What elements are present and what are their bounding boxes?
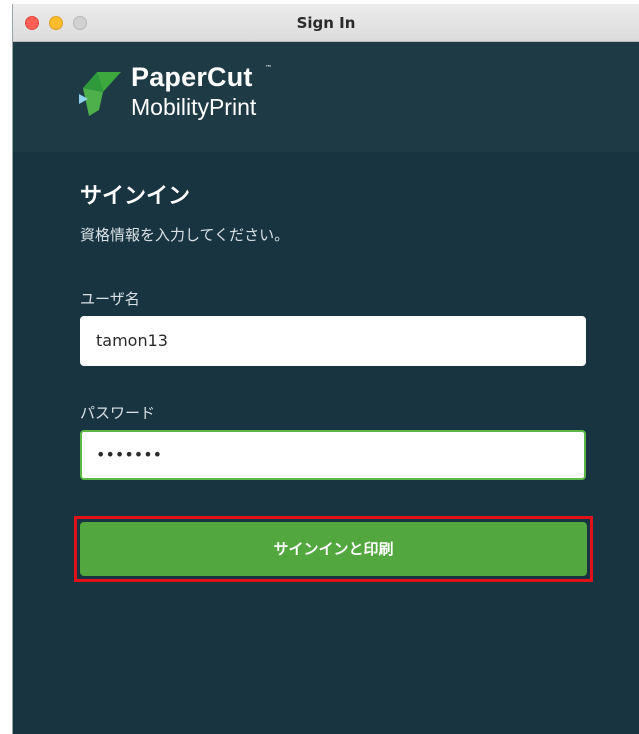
sign-in-window: Sign In PaperCut ™ MobilityPrint サインイン 資…	[12, 4, 639, 734]
instruction-text: 資格情報を入力してください。	[80, 226, 290, 244]
brand-header: PaperCut ™ MobilityPrint	[13, 42, 639, 152]
username-label: ユーザ名	[80, 290, 140, 308]
logo-brand-text: PaperCut	[131, 62, 253, 92]
title-bar: Sign In	[13, 4, 639, 42]
logo-product-text: MobilityPrint	[131, 94, 257, 120]
password-label: パスワード	[80, 404, 156, 422]
username-input[interactable]: tamon13	[80, 316, 586, 366]
password-input[interactable]: •••••••	[80, 430, 586, 480]
sign-in-and-print-button[interactable]: サインインと印刷	[80, 522, 587, 576]
page-title: サインイン	[80, 184, 191, 209]
window-title: Sign In	[296, 14, 356, 32]
logo-trademark: ™	[265, 64, 272, 72]
papercut-logo-icon	[79, 72, 121, 116]
